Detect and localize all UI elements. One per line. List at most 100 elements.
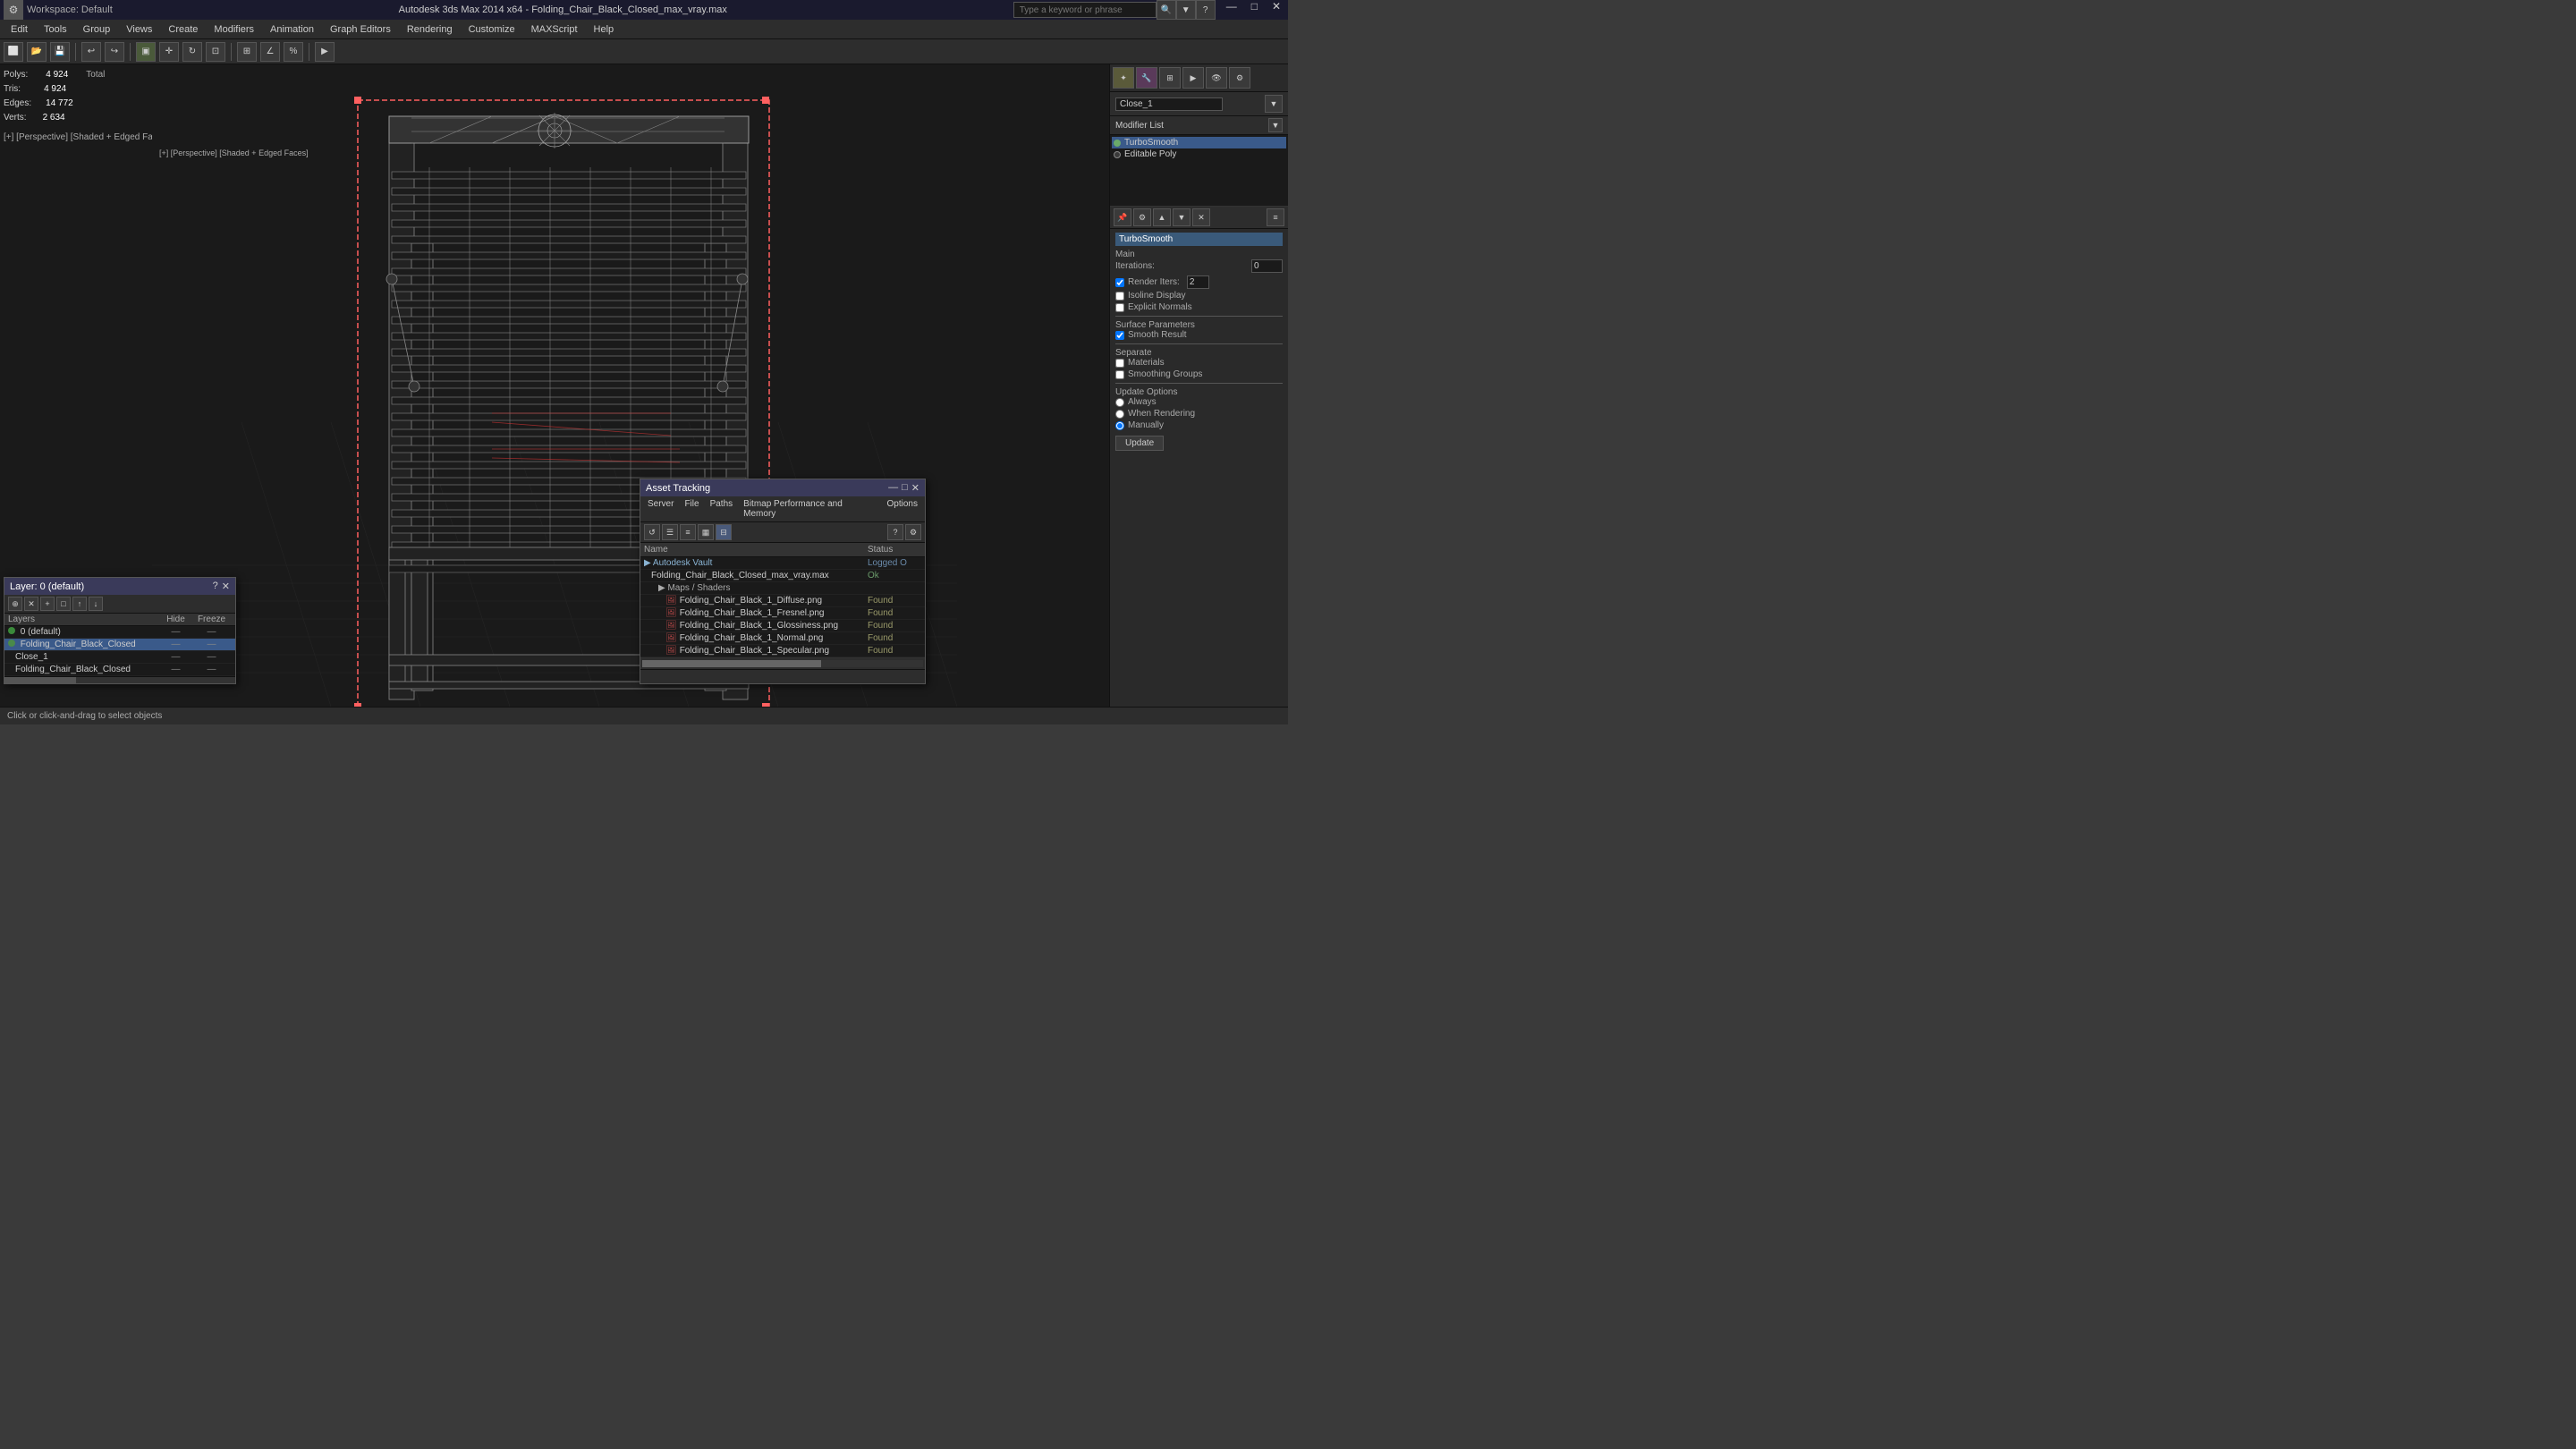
modifier-list-dropdown[interactable]: ▼: [1268, 118, 1283, 132]
minimize-button[interactable]: —: [1223, 0, 1241, 20]
toolbar-render[interactable]: ▶: [315, 42, 335, 62]
lp-row-default[interactable]: 0 (default) — —: [4, 626, 235, 639]
at-refresh-btn[interactable]: ↺: [644, 524, 660, 540]
modifier-dropdown-btn[interactable]: ▼: [1265, 95, 1283, 113]
lp-sel-objs-btn[interactable]: □: [56, 597, 71, 611]
ts-materials-check[interactable]: [1115, 359, 1124, 368]
at-row-specular[interactable]: 🖼 Folding_Chair_Black_1_Specular.png Fou…: [640, 645, 925, 657]
at-row-normal[interactable]: 🖼 Folding_Chair_Black_1_Normal.png Found: [640, 632, 925, 645]
at-row-diffuse[interactable]: 🖼 Folding_Chair_Black_1_Diffuse.png Foun…: [640, 595, 925, 607]
at-restore-btn[interactable]: □: [902, 482, 908, 494]
toolbar-save[interactable]: 💾: [50, 42, 70, 62]
menu-views[interactable]: Views: [119, 22, 159, 37]
menu-modifiers[interactable]: Modifiers: [207, 22, 261, 37]
toolbar-snap[interactable]: ⊞: [237, 42, 257, 62]
ts-iterations-input[interactable]: [1251, 259, 1283, 273]
menu-rendering[interactable]: Rendering: [400, 22, 460, 37]
at-menu-options[interactable]: Options: [884, 498, 921, 520]
ts-isoline-check[interactable]: [1115, 292, 1124, 301]
at-menu-file[interactable]: File: [681, 498, 702, 520]
toolbar-percent-snap[interactable]: %: [284, 42, 303, 62]
rp-icon-create[interactable]: ✦: [1113, 67, 1134, 89]
ts-update-btn[interactable]: Update: [1115, 436, 1164, 451]
viewport[interactable]: Polys:4 924 Total Tris:4 924 Edges:14 77…: [0, 64, 1109, 707]
toolbar-new[interactable]: ⬜: [4, 42, 23, 62]
at-scrollbar-thumb[interactable]: [642, 660, 821, 667]
modifier-delete-btn[interactable]: ✕: [1192, 208, 1210, 226]
lp-up-btn[interactable]: ↑: [72, 597, 87, 611]
lp-row-folding-chair[interactable]: Folding_Chair_Black_Closed — —: [4, 639, 235, 651]
at-menu-paths[interactable]: Paths: [707, 498, 737, 520]
at-settings-btn[interactable]: ⚙: [905, 524, 921, 540]
ts-always-radio[interactable]: [1115, 398, 1124, 407]
ts-render-iters-input[interactable]: [1187, 275, 1209, 289]
at-row-vault[interactable]: ▶ Autodesk Vault Logged O: [640, 557, 925, 570]
lp-add-sel-btn[interactable]: +: [40, 597, 55, 611]
lp-down-btn[interactable]: ↓: [89, 597, 103, 611]
rp-icon-utilities[interactable]: ⚙: [1229, 67, 1250, 89]
modifier-name-input[interactable]: [1115, 97, 1223, 111]
at-row-fresnel[interactable]: 🖼 Folding_Chair_Black_1_Fresnel.png Foun…: [640, 607, 925, 620]
toolbar-angle-snap[interactable]: ∠: [260, 42, 280, 62]
toolbar-rotate[interactable]: ↻: [182, 42, 202, 62]
modifier-editable-poly[interactable]: Editable Poly: [1112, 148, 1286, 160]
lp-new-btn[interactable]: ⊕: [8, 597, 22, 611]
lp-scrollbar-thumb[interactable]: [4, 677, 76, 684]
lp-row-close1[interactable]: Close_1 — —: [4, 651, 235, 664]
toolbar-move[interactable]: ✛: [159, 42, 179, 62]
modifier-extra-btn[interactable]: ≡: [1267, 208, 1284, 226]
at-menu-bitmap[interactable]: Bitmap Performance and Memory: [740, 498, 879, 520]
menu-maxscript[interactable]: MAXScript: [524, 22, 585, 37]
ts-smooth-check[interactable]: [1115, 331, 1124, 340]
toolbar-undo[interactable]: ↩: [81, 42, 101, 62]
at-row-mainfile[interactable]: Folding_Chair_Black_Closed_max_vray.max …: [640, 570, 925, 582]
modifier-settings-btn[interactable]: ⚙: [1133, 208, 1151, 226]
ts-manually-radio[interactable]: [1115, 421, 1124, 430]
at-grid-btn[interactable]: ▦: [698, 524, 714, 540]
menu-customize[interactable]: Customize: [462, 22, 522, 37]
close-button[interactable]: ✕: [1268, 0, 1284, 20]
ts-smoothing-check[interactable]: [1115, 370, 1124, 379]
rp-icon-motion[interactable]: ▶: [1182, 67, 1204, 89]
menu-group[interactable]: Group: [76, 22, 118, 37]
at-close-btn[interactable]: ✕: [911, 482, 919, 494]
lp-delete-btn[interactable]: ✕: [24, 597, 38, 611]
search-button[interactable]: 🔍: [1157, 0, 1176, 20]
at-minimize-btn[interactable]: —: [888, 482, 898, 494]
at-menu-server[interactable]: Server: [644, 498, 677, 520]
ts-render-iters-check[interactable]: [1115, 278, 1124, 287]
modifier-turbosmooth[interactable]: TurboSmooth: [1112, 137, 1286, 148]
at-row-glossiness[interactable]: 🖼 Folding_Chair_Black_1_Glossiness.png F…: [640, 620, 925, 632]
menu-help[interactable]: Help: [587, 22, 622, 37]
menu-graph-editors[interactable]: Graph Editors: [323, 22, 398, 37]
at-details-btn[interactable]: ≡: [680, 524, 696, 540]
toolbar-select[interactable]: ▣: [136, 42, 156, 62]
maximize-button[interactable]: □: [1248, 0, 1261, 20]
at-list-btn[interactable]: ☰: [662, 524, 678, 540]
menu-tools[interactable]: Tools: [37, 22, 74, 37]
rp-icon-hierarchy[interactable]: ⊞: [1159, 67, 1181, 89]
menu-create[interactable]: Create: [161, 22, 205, 37]
toolbar-open[interactable]: 📂: [27, 42, 47, 62]
at-help-btn[interactable]: ?: [887, 524, 903, 540]
menu-animation[interactable]: Animation: [263, 22, 321, 37]
at-view-btn[interactable]: ⊟: [716, 524, 732, 540]
pin-to-stack-btn[interactable]: 📌: [1114, 208, 1131, 226]
rp-icon-modify[interactable]: 🔧: [1136, 67, 1157, 89]
search-bar[interactable]: 🔍 ▼ ?: [1013, 0, 1216, 20]
search-input[interactable]: [1013, 2, 1157, 18]
toolbar-scale[interactable]: ⊡: [206, 42, 225, 62]
help-button[interactable]: ?: [1196, 0, 1216, 20]
modifier-move-down-btn[interactable]: ▼: [1173, 208, 1191, 226]
toolbar-redo[interactable]: ↪: [105, 42, 124, 62]
lp-help-btn[interactable]: ?: [213, 580, 218, 592]
lp-row-chair-inner[interactable]: Folding_Chair_Black_Closed — —: [4, 664, 235, 676]
lp-scrollbar[interactable]: [4, 676, 235, 683]
modifier-move-up-btn[interactable]: ▲: [1153, 208, 1171, 226]
ts-explicit-check[interactable]: [1115, 303, 1124, 312]
lp-close-btn[interactable]: ✕: [222, 580, 230, 592]
ts-when-rendering-radio[interactable]: [1115, 410, 1124, 419]
search-options[interactable]: ▼: [1176, 0, 1196, 20]
menu-edit[interactable]: Edit: [4, 22, 35, 37]
at-row-maps[interactable]: ▶ Maps / Shaders: [640, 582, 925, 595]
